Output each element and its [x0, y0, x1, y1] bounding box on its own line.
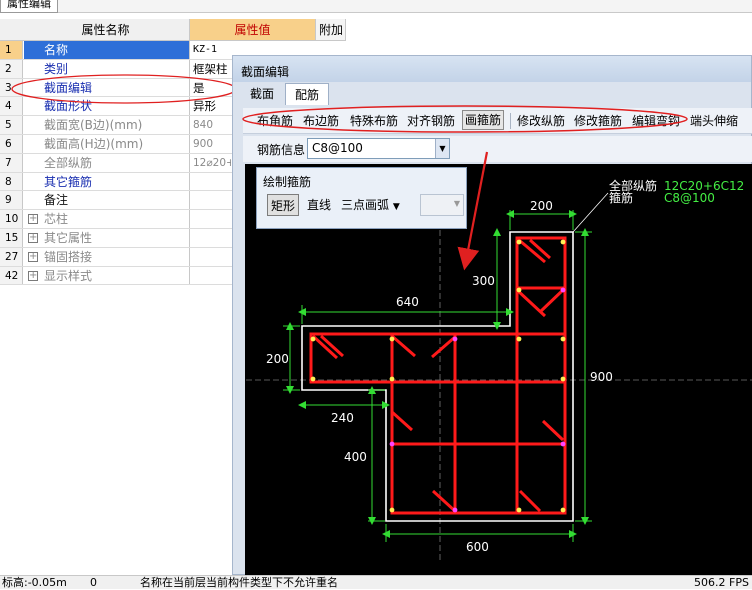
status-fps: 506.2 FPS — [694, 576, 749, 589]
stirrup-top — [309, 332, 567, 384]
rebar-dot — [452, 507, 458, 513]
rectangle-button[interactable]: 矩形 — [267, 194, 300, 216]
rebar-dot — [560, 239, 566, 245]
dim-text-total-height: 900 — [590, 370, 613, 384]
rebar-dot — [389, 336, 395, 342]
stirrup-main — [390, 332, 567, 515]
hook — [431, 489, 457, 513]
rebar-dot — [560, 287, 566, 293]
chevron-down-icon: ▼ — [392, 202, 400, 212]
chevron-down-icon: ▼ — [453, 199, 460, 208]
rebar-dot — [516, 287, 522, 293]
toolbar-highlight-ellipse — [242, 105, 688, 133]
hook — [541, 419, 565, 442]
draw-stirrup-title: 绘制箍筋 — [263, 175, 312, 189]
draw-stirrup-panel: 绘制箍筋 矩形 直线 三点画弧 ▼ ▼ — [256, 167, 467, 229]
rebar-dot — [389, 441, 395, 447]
status-message: 名称在当前层当前构件类型下不允许重名 — [140, 576, 338, 589]
stirrup-right — [515, 236, 567, 515]
hook — [518, 489, 542, 513]
pointer-arrow — [457, 151, 489, 271]
hook — [538, 288, 565, 314]
dim-text-notch-width: 240 — [331, 411, 354, 425]
rebar-dot — [516, 507, 522, 513]
dim-text-top-width: 200 — [530, 199, 553, 213]
rebar-dot — [310, 376, 316, 382]
hook — [390, 410, 414, 432]
dim-text-bottom-width: 600 — [466, 540, 489, 554]
longitudinal-bars — [310, 239, 566, 513]
status-zero: 0 — [90, 576, 97, 589]
line-button[interactable]: 直线 — [307, 194, 331, 216]
section-outline — [301, 231, 574, 522]
rebar-dot — [560, 441, 566, 447]
dim-text-left-width: 640 — [396, 295, 419, 309]
rebar-dot — [560, 507, 566, 513]
rebar-dot — [516, 336, 522, 342]
section-drawing: 200 640 300 200 900 240 400 600 全部纵筋 12C… — [242, 105, 752, 560]
dim-text-left-height: 200 — [266, 352, 289, 366]
axis-lines — [246, 230, 752, 560]
status-bar: 标高:-0.05m 0 名称在当前层当前构件类型下不允许重名 506.2 FPS — [0, 575, 752, 589]
dim-text-lower-height: 400 — [344, 450, 367, 464]
rebar-dot — [452, 336, 458, 342]
status-elevation: 标高:-0.05m — [2, 576, 67, 589]
rebar-dot — [560, 336, 566, 342]
three-point-arc-button[interactable]: 三点画弧 ▼ — [341, 194, 400, 216]
dim-text-inner-drop: 300 — [472, 274, 495, 288]
rebar-dot — [389, 376, 395, 382]
legend-stirrup-value: C8@100 — [664, 191, 715, 205]
rebar-dot — [389, 507, 395, 513]
legend-leader-line — [572, 192, 609, 233]
dimension-lines — [283, 210, 592, 542]
hook — [391, 334, 416, 358]
rebar-dot — [516, 239, 522, 245]
stirrups — [309, 236, 567, 515]
hook — [431, 335, 456, 359]
arc-option-combo[interactable]: ▼ — [420, 194, 464, 216]
hook — [528, 238, 552, 260]
legend-stirrup-label: 箍筋 — [609, 190, 633, 205]
rebar-dot — [310, 336, 316, 342]
rebar-dot — [560, 376, 566, 382]
three-point-arc-label: 三点画弧 — [341, 198, 390, 212]
